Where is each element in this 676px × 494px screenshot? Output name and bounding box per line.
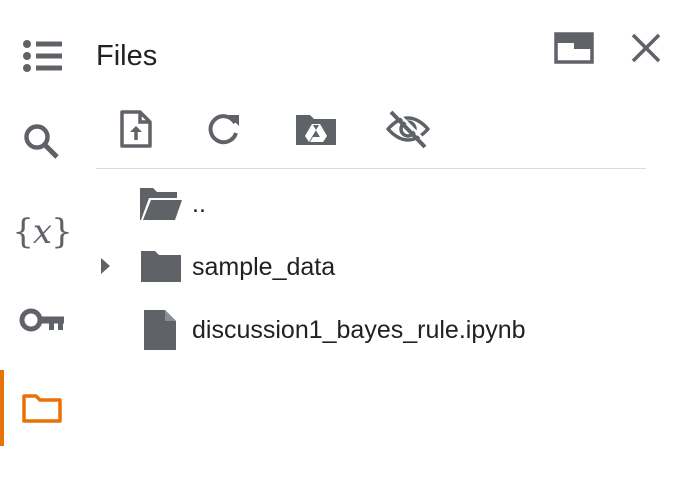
- files-panel-window: {x} Files .. sample_data discussion1_bay…: [0, 0, 676, 494]
- search-icon: [24, 124, 59, 159]
- active-indicator: [0, 370, 4, 446]
- open-in-tab-button[interactable]: [550, 26, 598, 70]
- drive-folder-icon: [296, 115, 336, 145]
- close-panel-button[interactable]: [622, 26, 670, 70]
- panel-title: Files: [96, 40, 158, 72]
- key-icon: [19, 308, 64, 332]
- refresh-icon: [208, 114, 239, 145]
- variables-icon-close-brace: }: [51, 212, 73, 252]
- mount-drive-button[interactable]: [290, 104, 342, 154]
- variables-button[interactable]: {x}: [12, 204, 73, 260]
- refresh-button[interactable]: [198, 104, 250, 154]
- variables-icon-open-brace: {: [12, 212, 34, 252]
- table-of-contents-button[interactable]: [14, 28, 70, 84]
- tree-item-parent[interactable]: ..: [96, 176, 646, 232]
- tree-item-sample-data[interactable]: sample_data: [96, 238, 646, 294]
- caret-right-icon[interactable]: [96, 254, 114, 278]
- secrets-button[interactable]: [14, 292, 70, 348]
- tree-item-notebook[interactable]: discussion1_bayes_rule.ipynb: [96, 302, 646, 358]
- eye-off-icon: [386, 109, 430, 149]
- variables-icon-var: x: [32, 212, 52, 252]
- left-sidebar: {x}: [0, 0, 84, 494]
- list-icon: [23, 40, 62, 72]
- toolbar-divider: [96, 168, 646, 169]
- toggle-hidden-files-button[interactable]: [382, 104, 434, 154]
- upload-file-icon: [120, 110, 152, 148]
- find-and-replace-button[interactable]: [14, 114, 70, 170]
- folder-icon: [138, 248, 184, 284]
- tree-item-label: ..: [192, 190, 206, 218]
- files-button[interactable]: [14, 380, 70, 436]
- tree-item-label: discussion1_bayes_rule.ipynb: [192, 316, 526, 344]
- close-icon: [631, 33, 661, 63]
- tree-item-label: sample_data: [192, 253, 336, 281]
- variables-icon: {x}: [12, 212, 73, 252]
- folder-icon: [22, 394, 62, 423]
- window-icon: [554, 32, 594, 64]
- file-icon: [142, 308, 178, 352]
- upload-button[interactable]: [110, 104, 162, 154]
- folder-open-icon: [138, 184, 184, 224]
